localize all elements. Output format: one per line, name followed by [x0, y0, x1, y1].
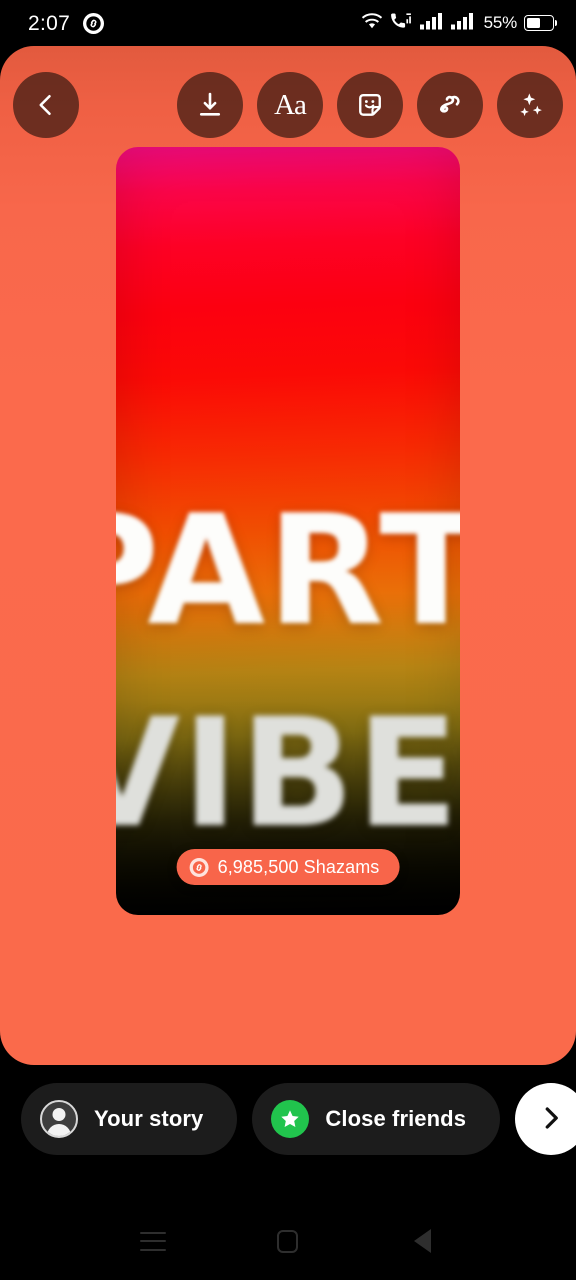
sticker-icon [355, 90, 385, 120]
back-button[interactable] [13, 72, 79, 138]
shazam-icon [189, 857, 209, 877]
sticker-button[interactable] [337, 72, 403, 138]
battery-percent-label: 55% [483, 13, 518, 32]
shazam-count-chip[interactable]: 6,985,500 Shazams [176, 849, 400, 885]
text-tool-button[interactable]: Aa [257, 72, 323, 138]
download-icon [195, 90, 225, 120]
card-headline-bottom: VIBES [116, 687, 460, 861]
effects-button[interactable] [497, 72, 563, 138]
chevron-right-icon [536, 1103, 566, 1136]
chevron-left-icon [32, 91, 60, 119]
cellular-signal-icon [450, 12, 475, 35]
save-button[interactable] [177, 72, 243, 138]
share-action-bar: Your story Close friends [0, 1083, 576, 1155]
menu-icon [140, 1231, 167, 1251]
cellular-signal-icon [419, 12, 444, 35]
close-friends-label: Close friends [325, 1106, 467, 1131]
story-editor-panel: Aa ART VIBE 6,985,500 Shazams [0, 46, 576, 1065]
android-nav-bar [0, 1202, 576, 1280]
status-bar-right: 55% [361, 12, 557, 35]
battery-icon [524, 15, 557, 31]
text-tool-icon: Aa [274, 88, 307, 121]
your-story-button[interactable]: Your story [21, 1083, 238, 1155]
sparkles-icon [515, 90, 546, 121]
status-bar-clock: 2:07 [28, 11, 71, 35]
square-icon [277, 1229, 299, 1253]
toolbar-tools: Aa [177, 72, 563, 138]
volte-wifi-calling-icon [390, 12, 413, 35]
nav-recents-button[interactable] [126, 1214, 180, 1268]
draw-button[interactable] [417, 72, 483, 138]
shazam-count-label: 6,985,500 Shazams [217, 856, 380, 877]
editor-toolbar: Aa [0, 72, 576, 138]
wifi-icon [361, 12, 383, 34]
your-story-label: Your story [94, 1106, 204, 1131]
squiggle-draw-icon [435, 90, 465, 120]
close-friends-button[interactable]: Close friends [252, 1083, 501, 1155]
triangle-left-icon [414, 1229, 432, 1253]
nav-home-button[interactable] [261, 1214, 315, 1268]
status-bar: 2:07 55% [0, 0, 576, 46]
story-preview-card[interactable]: PARTY VIBES 6,985,500 Shazams [116, 147, 460, 915]
phone-screen: 2:07 55% Aa ART VIBE 6,985,500 Shazams Y… [0, 0, 576, 1280]
shazam-icon [83, 12, 105, 34]
next-button[interactable] [515, 1083, 576, 1155]
card-headline-top: PARTY [116, 482, 460, 659]
status-bar-left: 2:07 [28, 11, 105, 35]
nav-back-button[interactable] [396, 1214, 450, 1268]
green-star-icon [271, 1100, 310, 1138]
avatar-icon [40, 1100, 78, 1138]
